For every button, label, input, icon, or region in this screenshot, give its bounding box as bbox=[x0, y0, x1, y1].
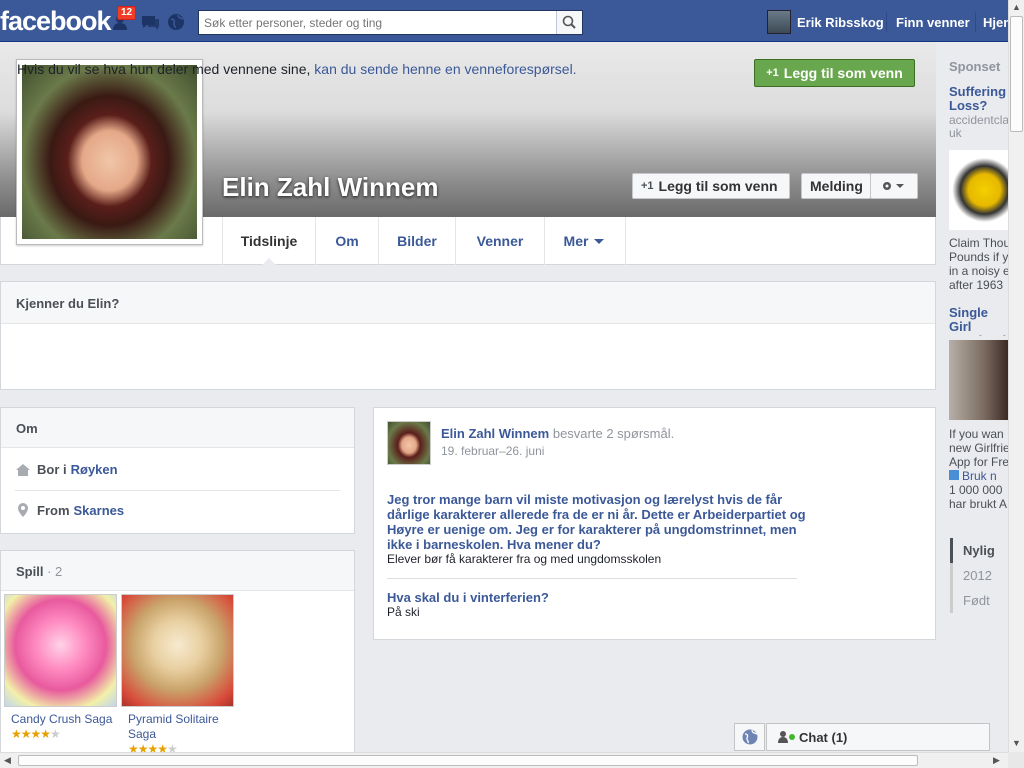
add-friend-icon: +1 bbox=[641, 180, 654, 192]
timeline-year-nav: Nylig 2012 Født bbox=[950, 538, 1008, 613]
tab-friends[interactable]: Venner bbox=[456, 217, 545, 265]
search-box bbox=[198, 10, 583, 35]
tab-about[interactable]: Om bbox=[316, 217, 379, 265]
ad-text: after 1963 bbox=[949, 279, 1004, 292]
ad-text: in a noisy e bbox=[949, 265, 1009, 278]
ad-text: new Girlfrie bbox=[949, 442, 1009, 455]
game-tile[interactable]: Candy Crush Saga ★★★★★ bbox=[4, 594, 119, 754]
ad-image[interactable] bbox=[949, 340, 1008, 420]
chat-user-icon bbox=[778, 731, 795, 743]
user-profile-link[interactable]: Erik Ribsskog bbox=[767, 10, 884, 34]
facebook-logo[interactable]: facebook bbox=[0, 6, 112, 37]
post-author-avatar[interactable] bbox=[387, 421, 431, 465]
ad-text: har brukt A bbox=[949, 498, 1008, 511]
post-author-link[interactable]: Elin Zahl Winnem bbox=[441, 426, 549, 441]
post-date[interactable]: 19. februar–26. juni bbox=[441, 444, 544, 458]
home-icon bbox=[16, 463, 30, 476]
from-row: From Skarnes bbox=[15, 502, 124, 518]
tab-more[interactable]: Mer bbox=[545, 217, 626, 265]
search-icon bbox=[562, 15, 576, 29]
about-title: Om bbox=[1, 408, 354, 448]
chat-label: Chat (1) bbox=[799, 729, 848, 745]
active-tab-indicator bbox=[262, 258, 276, 265]
game-tile[interactable]: Pyramid Solitaire Saga ★★★★★ bbox=[121, 594, 236, 756]
horizontal-scrollbar[interactable]: ◀ ▶ bbox=[0, 752, 1008, 768]
lives-in-row: Bor i Røyken bbox=[15, 462, 118, 477]
user-name: Erik Ribsskog bbox=[797, 14, 884, 30]
lives-in-link[interactable]: Røyken bbox=[71, 462, 118, 477]
from-link[interactable]: Skarnes bbox=[74, 503, 125, 518]
avatar bbox=[767, 10, 791, 34]
ad-text: Claim Thou bbox=[949, 237, 1009, 250]
game-image bbox=[4, 594, 117, 707]
friend-suggestion-title: Kjenner du Elin? bbox=[1, 282, 935, 324]
ad-text: 1 000 000 bbox=[949, 484, 1003, 497]
game-rating: ★★★★★ bbox=[11, 727, 61, 741]
question-link[interactable]: Hva skal du i vinterferien? bbox=[387, 590, 807, 605]
globe-icon bbox=[742, 729, 757, 745]
find-friends-link[interactable]: Finn venner bbox=[896, 15, 970, 30]
divider bbox=[15, 490, 340, 491]
divider bbox=[886, 12, 887, 32]
timeline-year-item[interactable]: Nylig bbox=[950, 538, 1008, 563]
chat-sidebar-toggle[interactable] bbox=[734, 723, 765, 751]
game-image bbox=[121, 594, 234, 707]
vertical-scrollbar[interactable]: ▲ ▼ bbox=[1008, 0, 1024, 752]
post-header: Elin Zahl Winnem besvarte 2 spørsmål. bbox=[441, 426, 675, 441]
question-link[interactable]: Jeg tror mange barn vil miste motivasjon… bbox=[387, 492, 807, 552]
tab-photos[interactable]: Bilder bbox=[379, 217, 456, 265]
app-icon bbox=[949, 470, 959, 480]
profile-picture[interactable] bbox=[16, 59, 203, 245]
answer-text: På ski bbox=[387, 605, 420, 619]
chevron-down-icon bbox=[594, 239, 605, 244]
divider bbox=[975, 12, 976, 32]
notifications-globe-icon[interactable] bbox=[166, 12, 186, 32]
ad-text: Pounds if y bbox=[949, 251, 1009, 264]
game-name: Pyramid Solitaire Saga bbox=[128, 712, 219, 741]
chat-bar[interactable]: Chat (1) bbox=[766, 723, 990, 751]
add-friend-icon: +1 bbox=[766, 67, 779, 79]
scrollbar-thumb[interactable] bbox=[1010, 16, 1023, 132]
add-friend-green-button[interactable]: +1 Legg til som venn bbox=[754, 59, 915, 87]
ad-text: If you wan bbox=[949, 428, 1004, 441]
search-input[interactable] bbox=[199, 11, 554, 34]
profile-name: Elin Zahl Winnem bbox=[222, 172, 439, 202]
settings-dropdown-button[interactable] bbox=[870, 173, 918, 199]
friend-suggestion-box: Kjenner du Elin? bbox=[0, 281, 936, 390]
scrollbar-corner bbox=[1008, 752, 1024, 768]
gear-icon bbox=[883, 182, 904, 190]
ad-domain: accidentcla... uk bbox=[949, 114, 1009, 140]
ad-title[interactable]: Suffering Loss? bbox=[949, 85, 1009, 115]
ad-link[interactable]: Bruk n bbox=[949, 470, 1009, 483]
ad-text: App for Fre bbox=[949, 456, 1009, 469]
games-title: Spill · 2 bbox=[1, 551, 354, 591]
friend-suggestion-text: Hvis du vil se hva hun deler med vennene… bbox=[17, 61, 577, 77]
search-button[interactable] bbox=[556, 11, 582, 34]
messages-icon[interactable] bbox=[140, 12, 160, 32]
send-friend-request-link[interactable]: kan du sende henne en venneforespørsel. bbox=[314, 61, 576, 77]
ad-title[interactable]: Single Girl Facebook bbox=[949, 306, 1009, 336]
answer-text: Elever bør få karakterer fra og med ungd… bbox=[387, 552, 662, 566]
sponsored-heading: Sponset bbox=[949, 59, 1001, 74]
divider bbox=[387, 578, 797, 579]
message-button[interactable]: Melding bbox=[801, 173, 871, 199]
scrollbar-thumb[interactable] bbox=[18, 755, 918, 766]
notification-badge: 12 bbox=[117, 6, 137, 20]
top-bar: facebook 12 Erik Ribsskog Finn venner Hj… bbox=[0, 0, 1015, 42]
game-name: Candy Crush Saga bbox=[11, 712, 113, 726]
add-friend-button[interactable]: +1 Legg til som venn bbox=[632, 173, 790, 199]
timeline-year-item[interactable]: 2012 bbox=[950, 563, 1008, 588]
location-pin-icon bbox=[18, 503, 28, 517]
timeline-year-item[interactable]: Født bbox=[950, 588, 1008, 613]
ad-image[interactable] bbox=[949, 150, 1008, 230]
